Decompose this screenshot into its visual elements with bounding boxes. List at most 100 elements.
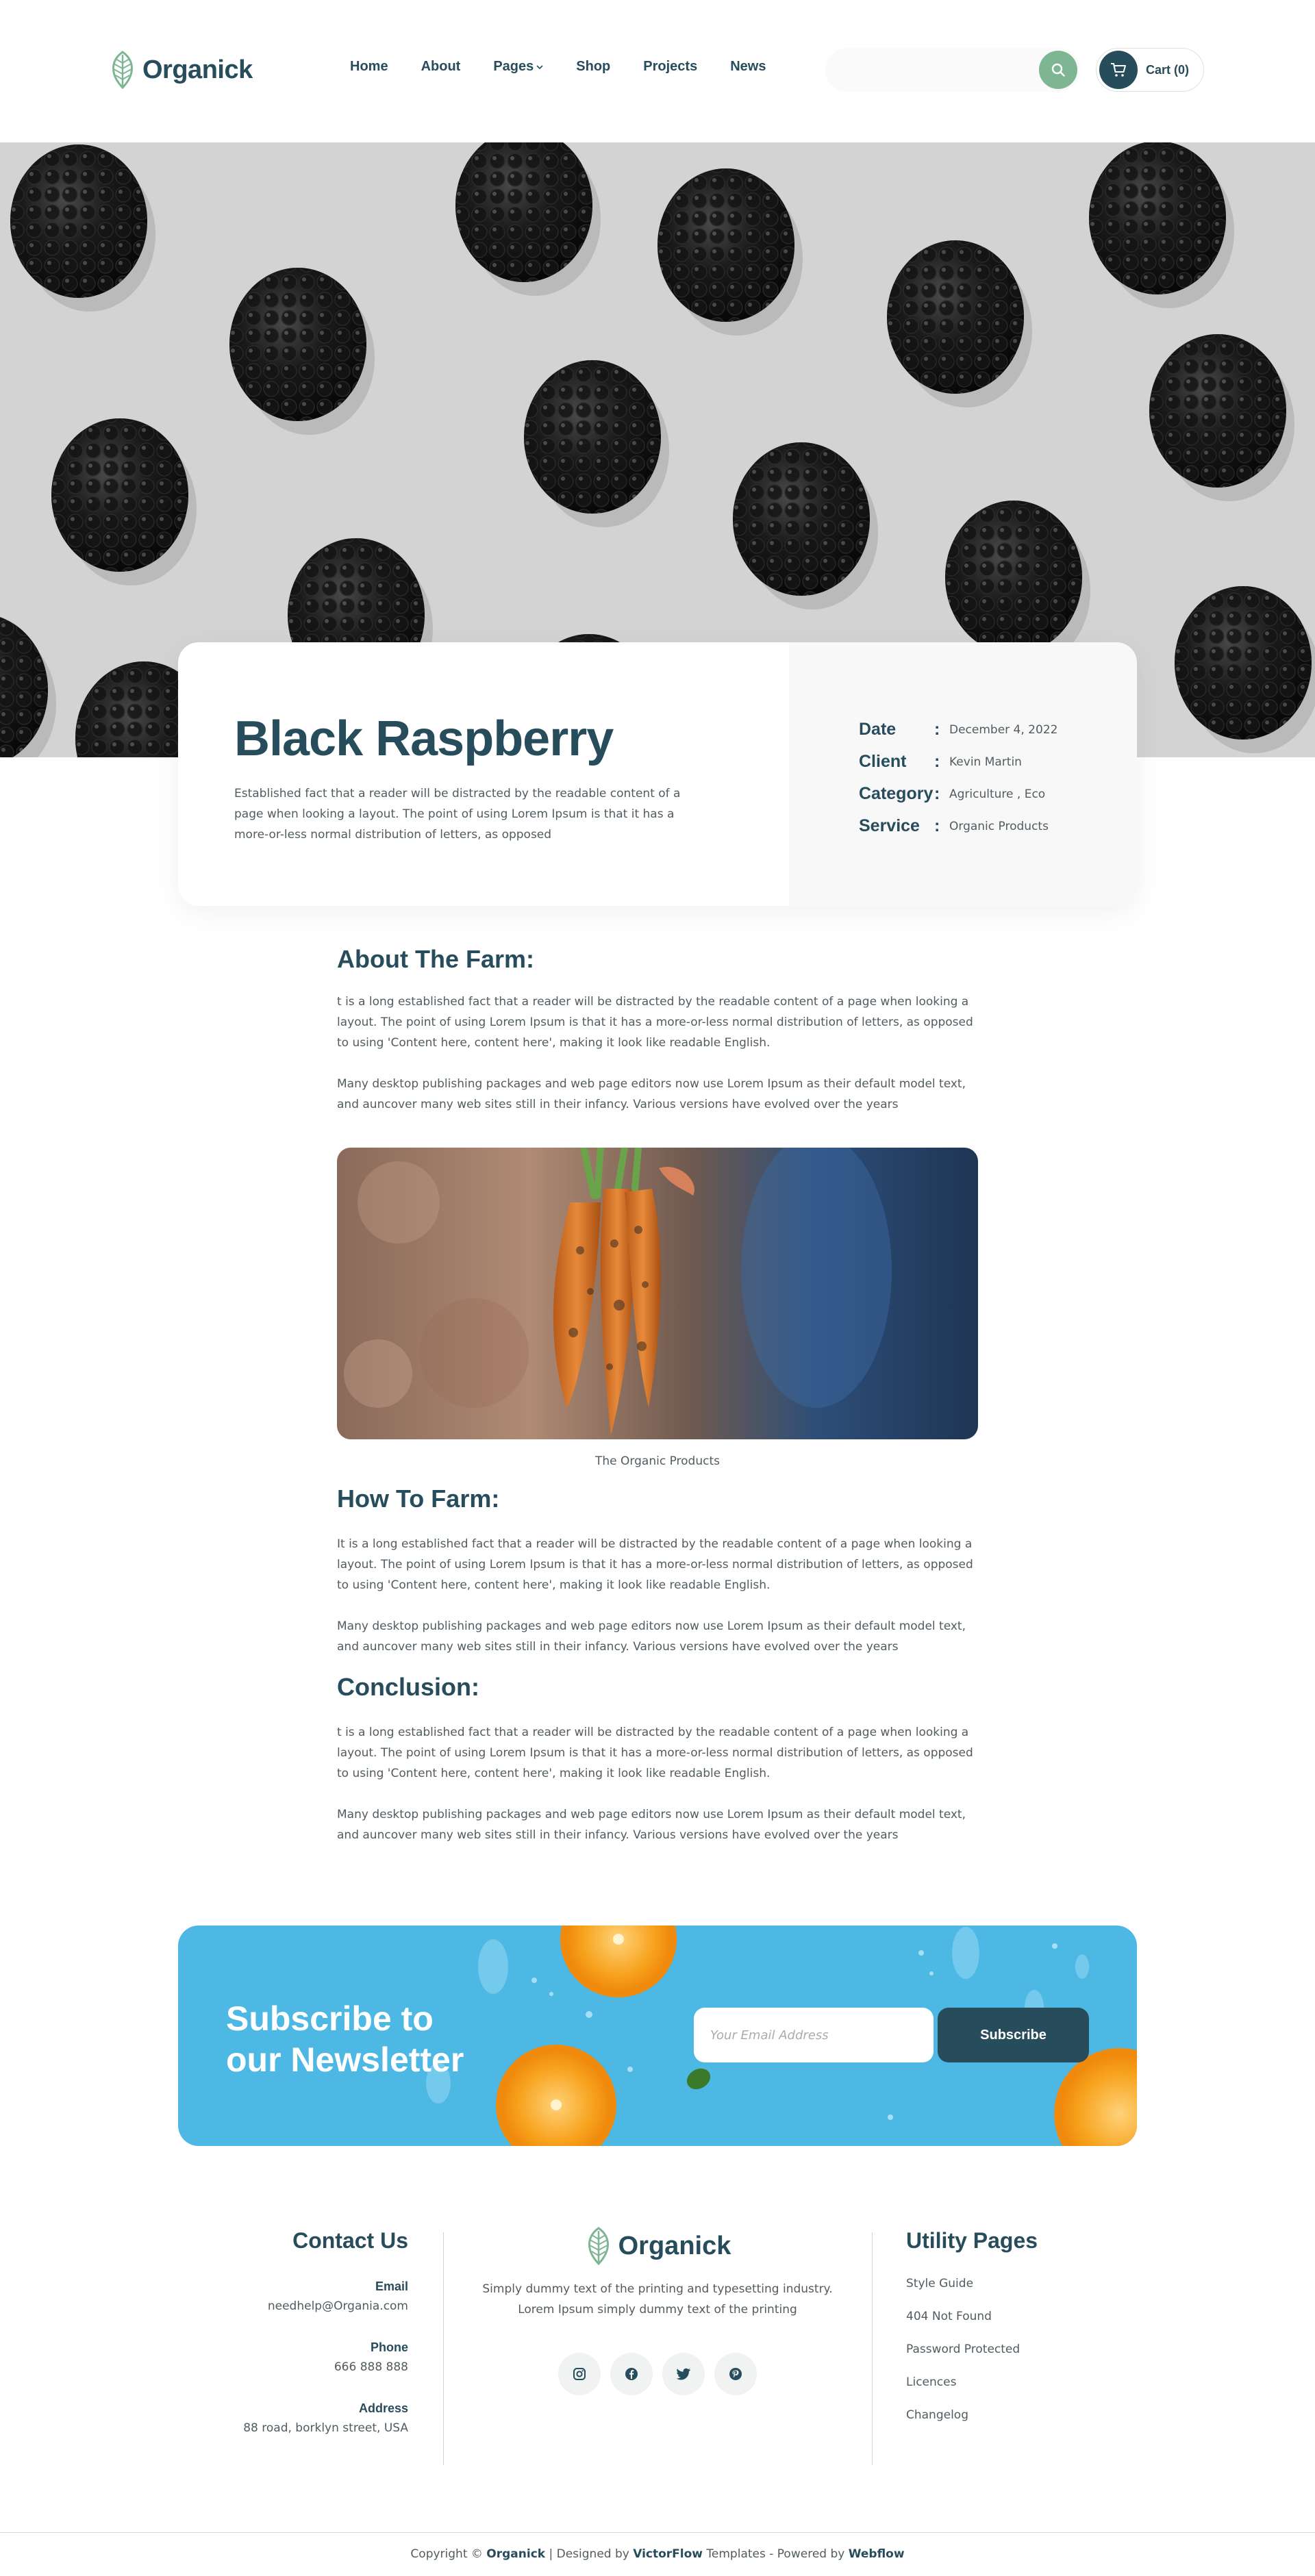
copyright-designer[interactable]: VictorFlow bbox=[633, 2547, 703, 2561]
copyright-designed-by: | Designed by bbox=[545, 2547, 634, 2561]
meta-category: Category : Agriculture , Eco bbox=[859, 778, 1137, 810]
meta-client: Client : Kevin Martin bbox=[859, 746, 1137, 778]
copyright-text: Copyright © Organick | Designed by Victo… bbox=[0, 2547, 1315, 2561]
page-intro: Established fact that a reader will be d… bbox=[234, 787, 681, 842]
cart-icon-circle bbox=[1099, 51, 1138, 89]
conclusion-paragraph-2: Many desktop publishing packages and web… bbox=[337, 1808, 966, 1842]
nav-news-label: News bbox=[730, 59, 766, 74]
meta-service: Service : Organic Products bbox=[859, 810, 1137, 842]
nav-pages-label: Pages bbox=[493, 59, 534, 74]
phone-value[interactable]: 666 888 888 bbox=[178, 2360, 408, 2374]
search-bar bbox=[825, 48, 1080, 92]
how-to-farm-section: How To Farm: It is a long established fa… bbox=[337, 1485, 978, 1657]
subscribe-button[interactable]: Subscribe bbox=[938, 2008, 1089, 2062]
copyright-brand[interactable]: Organick bbox=[486, 2547, 545, 2561]
conclusion-paragraph-1: t is a long established fact that a read… bbox=[337, 1726, 973, 1780]
utility-link-changelog[interactable]: Changelog bbox=[906, 2408, 1139, 2422]
nav-about[interactable]: About bbox=[421, 59, 461, 75]
meta-date-value: December 4, 2022 bbox=[949, 722, 1058, 737]
project-title-card: Black Raspberry Established fact that a … bbox=[178, 642, 1137, 906]
facebook-link[interactable] bbox=[610, 2353, 653, 2395]
pinterest-link[interactable] bbox=[714, 2353, 757, 2395]
utility-link-style-guide[interactable]: Style Guide bbox=[906, 2277, 1139, 2290]
nav-projects[interactable]: Projects bbox=[643, 59, 697, 75]
meta-date-key: Date bbox=[859, 720, 897, 739]
site-header: Organick Home About Pages Shop Projects … bbox=[0, 0, 1315, 142]
address-label: Address bbox=[358, 2401, 408, 2415]
nav-home-label: Home bbox=[350, 59, 388, 74]
cart-icon bbox=[1111, 63, 1126, 77]
carrots-illustration bbox=[337, 1148, 978, 1439]
footer-description: Simply dummy text of the printing and ty… bbox=[482, 2282, 833, 2316]
meta-colon: : bbox=[934, 784, 940, 803]
instagram-link[interactable] bbox=[558, 2353, 601, 2395]
nav-news[interactable]: News bbox=[730, 59, 766, 75]
newsletter-title-line-2: our Newsletter bbox=[226, 2041, 464, 2079]
nav-shop[interactable]: Shop bbox=[576, 59, 610, 75]
meta-date: Date : December 4, 2022 bbox=[859, 714, 1137, 746]
utility-heading: Utility Pages bbox=[906, 2228, 1038, 2253]
leaf-logo-icon bbox=[112, 51, 133, 89]
nav-pages[interactable]: Pages bbox=[493, 59, 543, 75]
cart-button[interactable]: Cart (0) bbox=[1096, 48, 1204, 92]
carrots-image bbox=[337, 1148, 978, 1439]
about-paragraph-2: Many desktop publishing packages and web… bbox=[337, 1077, 966, 1111]
meta-service-key: Service bbox=[859, 816, 920, 835]
meta-colon: : bbox=[934, 720, 940, 739]
newsletter-banner: Subscribe to our Newsletter Subscribe bbox=[178, 1925, 1137, 2146]
instagram-icon bbox=[573, 2368, 586, 2380]
meta-client-key: Client bbox=[859, 752, 907, 771]
utility-link-password-protected[interactable]: Password Protected bbox=[906, 2343, 1139, 2356]
social-links bbox=[444, 2353, 871, 2395]
copyright-divider bbox=[0, 2532, 1315, 2533]
phone-label: Phone bbox=[370, 2340, 408, 2354]
search-button[interactable] bbox=[1039, 51, 1077, 89]
contact-heading: Contact Us bbox=[292, 2228, 408, 2253]
main-nav: Home About Pages Shop Projects News bbox=[350, 59, 766, 75]
copyright-prefix: Copyright © bbox=[410, 2547, 487, 2561]
newsletter-title: Subscribe to our Newsletter bbox=[226, 1998, 500, 2080]
nav-about-label: About bbox=[421, 59, 461, 74]
conclusion-section: Conclusion: t is a long established fact… bbox=[337, 1673, 978, 1845]
meta-service-value: Organic Products bbox=[949, 819, 1049, 833]
copyright-powered: Templates - Powered by bbox=[703, 2547, 849, 2561]
meta-category-value: Agriculture , Eco bbox=[949, 787, 1046, 801]
meta-client-value: Kevin Martin bbox=[949, 755, 1022, 769]
footer-logo-text: Organick bbox=[618, 2231, 731, 2260]
nav-projects-label: Projects bbox=[643, 59, 698, 74]
page-title: Black Raspberry bbox=[234, 711, 614, 766]
about-heading: About The Farm: bbox=[337, 945, 534, 973]
logo-text: Organick bbox=[142, 55, 253, 84]
utility-link-licences[interactable]: Licences bbox=[906, 2375, 1139, 2389]
facebook-icon bbox=[625, 2368, 638, 2380]
leaf-logo-icon bbox=[588, 2227, 609, 2265]
twitter-icon bbox=[676, 2368, 690, 2380]
image-caption: The Organic Products bbox=[595, 1454, 720, 1468]
project-meta: Date : December 4, 2022 Client : Kevin M… bbox=[789, 642, 1137, 906]
footer-contact: Contact Us Email needhelp@Organia.com Ph… bbox=[178, 2228, 408, 2462]
meta-colon: : bbox=[934, 816, 940, 835]
footer-brand-logo[interactable]: Organick bbox=[444, 2225, 871, 2266]
footer-about: Organick Simply dummy text of the printi… bbox=[444, 2225, 871, 2395]
twitter-link[interactable] bbox=[662, 2353, 705, 2395]
how-paragraph-2: Many desktop publishing packages and web… bbox=[337, 1619, 966, 1654]
about-paragraph-1: t is a long established fact that a read… bbox=[337, 995, 973, 1050]
address-value: 88 road, borklyn street, USA bbox=[243, 2421, 408, 2435]
title-card-main: Black Raspberry Established fact that a … bbox=[178, 642, 789, 906]
brand-logo[interactable]: Organick bbox=[108, 48, 253, 92]
conclusion-heading: Conclusion: bbox=[337, 1673, 479, 1701]
article-body: About The Farm: t is a long established … bbox=[337, 945, 978, 1150]
utility-link-404[interactable]: 404 Not Found bbox=[906, 2310, 1139, 2323]
search-input[interactable] bbox=[825, 48, 1024, 92]
email-label: Email bbox=[375, 2280, 408, 2293]
cart-label: Cart (0) bbox=[1146, 62, 1190, 77]
newsletter-email-input[interactable] bbox=[694, 2008, 934, 2062]
how-paragraph-1: It is a long established fact that a rea… bbox=[337, 1537, 973, 1592]
meta-colon: : bbox=[934, 752, 940, 771]
copyright-platform[interactable]: Webflow bbox=[849, 2547, 905, 2561]
email-value[interactable]: needhelp@Organia.com bbox=[178, 2299, 408, 2313]
nav-home[interactable]: Home bbox=[350, 59, 388, 75]
nav-shop-label: Shop bbox=[576, 59, 611, 74]
pinterest-icon bbox=[729, 2368, 742, 2380]
footer-utility-pages: Utility Pages Style Guide 404 Not Found … bbox=[906, 2228, 1139, 2441]
